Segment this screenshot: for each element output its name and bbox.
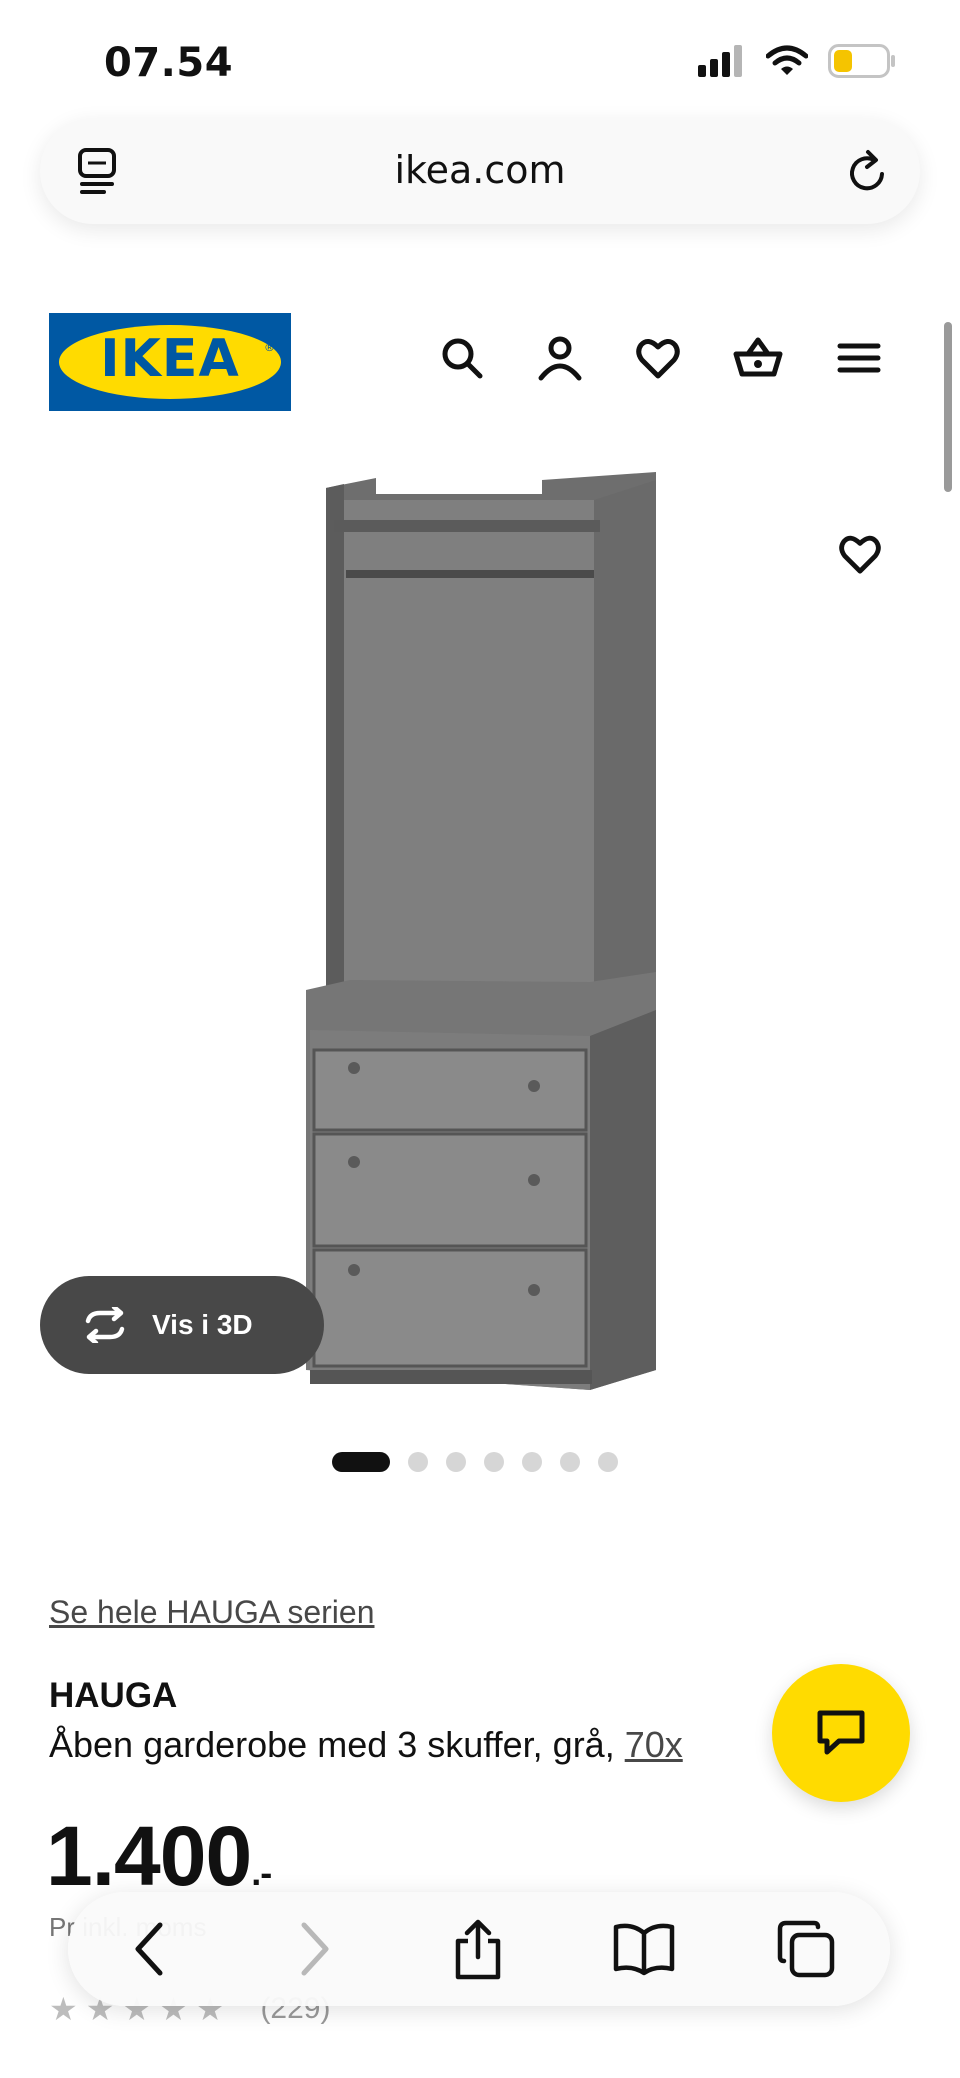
price-suffix: .- [251,1852,272,1893]
rotate-3d-icon [85,1307,125,1343]
carousel-dot-4[interactable] [484,1452,504,1472]
back-icon[interactable] [130,1919,170,1979]
heart-icon[interactable] [634,334,682,382]
battery-icon [828,44,895,78]
star-icon: ★ [49,1990,78,2028]
address-bar[interactable]: ikea.com [40,118,920,224]
bookmarks-icon[interactable] [612,1919,676,1979]
account-icon[interactable] [536,334,584,382]
dimension-link[interactable]: 70x [625,1724,683,1765]
product-name: HAUGA [49,1676,178,1715]
menu-icon[interactable] [834,334,882,382]
view-in-3d-button[interactable]: Vis i 3D [40,1276,324,1374]
cellular-signal-icon [698,45,742,77]
status-time: 07.54 [104,40,234,86]
scroll-indicator[interactable] [944,322,952,492]
basket-icon[interactable] [732,334,784,382]
favorite-button[interactable] [820,514,900,594]
chat-button[interactable] [772,1664,910,1802]
price-main: 1.400 [46,1809,252,1903]
status-bar: 07.54 [0,0,960,110]
search-icon[interactable] [438,334,486,382]
registered-mark: ® [264,341,275,354]
ikea-logo[interactable]: IKEA ® [49,313,291,411]
carousel-dot-1[interactable] [332,1452,390,1472]
header-icons [438,334,882,382]
url-text[interactable]: ikea.com [40,148,920,192]
tabs-overview-icon[interactable] [776,1919,836,1979]
browser-toolbar [68,1892,890,2006]
wifi-icon [766,45,808,75]
status-icons [698,44,896,78]
view-in-3d-label: Vis i 3D [152,1309,253,1340]
chat-icon [817,1710,865,1755]
product-description-text: Åben garderobe med 3 skuffer, grå, [49,1724,625,1765]
series-link[interactable]: Se hele HAUGA serien [49,1594,375,1631]
carousel-dot-3[interactable] [446,1452,466,1472]
product-image[interactable] [290,470,670,1400]
carousel-dot-2[interactable] [408,1452,428,1472]
heart-icon [839,535,881,574]
carousel-dot-6[interactable] [560,1452,580,1472]
share-icon[interactable] [452,1919,504,1981]
image-carousel-dots[interactable] [332,1452,618,1472]
carousel-dot-7[interactable] [598,1452,618,1472]
logo-text: IKEA [100,329,240,389]
product-price: 1.400.- [46,1808,272,1905]
forward-icon[interactable] [294,1919,334,1979]
reload-icon[interactable] [844,146,892,196]
product-description: Åben garderobe med 3 skuffer, grå, 70x [49,1724,683,1766]
carousel-dot-5[interactable] [522,1452,542,1472]
